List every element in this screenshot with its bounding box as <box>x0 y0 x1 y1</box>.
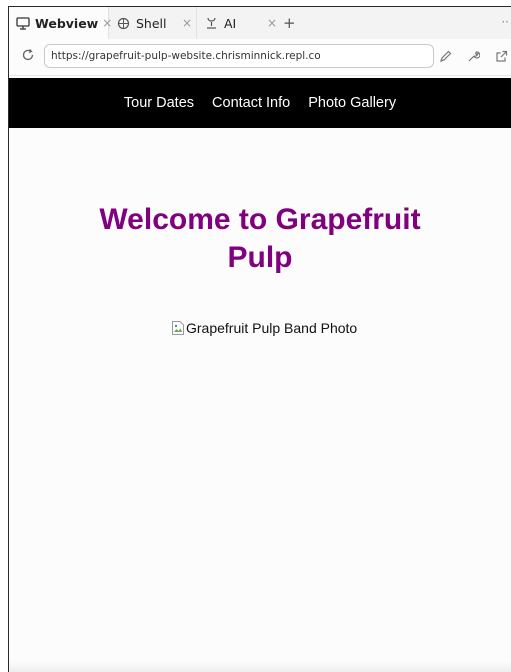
band-photo: Grapefruit Pulp Band Photo <box>171 318 357 338</box>
tab-label: AI <box>224 15 237 31</box>
page-title-line1: Welcome to Grapefruit <box>99 203 421 236</box>
address-tools <box>437 48 509 64</box>
tab-webview[interactable]: Webview × <box>9 7 112 39</box>
open-external-icon[interactable] <box>493 48 509 64</box>
wrench-icon[interactable] <box>465 48 481 64</box>
broken-image-icon <box>172 321 184 335</box>
close-tab-icon[interactable]: × <box>267 16 277 30</box>
page-title-line2: Pulp <box>227 241 293 274</box>
tab-label: Webview <box>35 15 99 31</box>
address-bar: https://grapefruit-pulp-website.chrismin… <box>9 39 511 76</box>
new-tab-button[interactable]: + <box>283 14 296 32</box>
browser-window: Webview × Shell × AI × + ·· https://grap… <box>8 6 511 672</box>
monitor-icon <box>16 16 30 31</box>
tab-overflow-icon[interactable]: ·· <box>501 15 509 29</box>
page-bottom-edge <box>9 662 511 672</box>
tab-label: Shell <box>136 15 167 31</box>
site-nav: Tour Dates Contact Info Photo Gallery <box>9 78 511 128</box>
nav-link-photo-gallery[interactable]: Photo Gallery <box>308 95 396 111</box>
shell-icon <box>116 16 131 31</box>
tab-ai[interactable]: AI × <box>197 7 281 39</box>
nav-link-contact-info[interactable]: Contact Info <box>212 95 290 111</box>
nav-link-tour-dates[interactable]: Tour Dates <box>124 95 194 111</box>
url-input[interactable]: https://grapefruit-pulp-website.chrismin… <box>44 44 434 68</box>
edit-icon[interactable] <box>437 48 453 64</box>
reload-icon[interactable] <box>21 48 37 64</box>
page-title: Welcome to Grapefruit Pulp <box>9 201 511 277</box>
tab-bar: Webview × Shell × AI × + ·· <box>9 7 511 39</box>
close-tab-icon[interactable]: × <box>182 16 192 30</box>
ai-icon <box>204 16 219 31</box>
photo-alt-text: Grapefruit Pulp Band Photo <box>186 320 358 336</box>
tab-shell[interactable]: Shell × <box>109 7 197 39</box>
